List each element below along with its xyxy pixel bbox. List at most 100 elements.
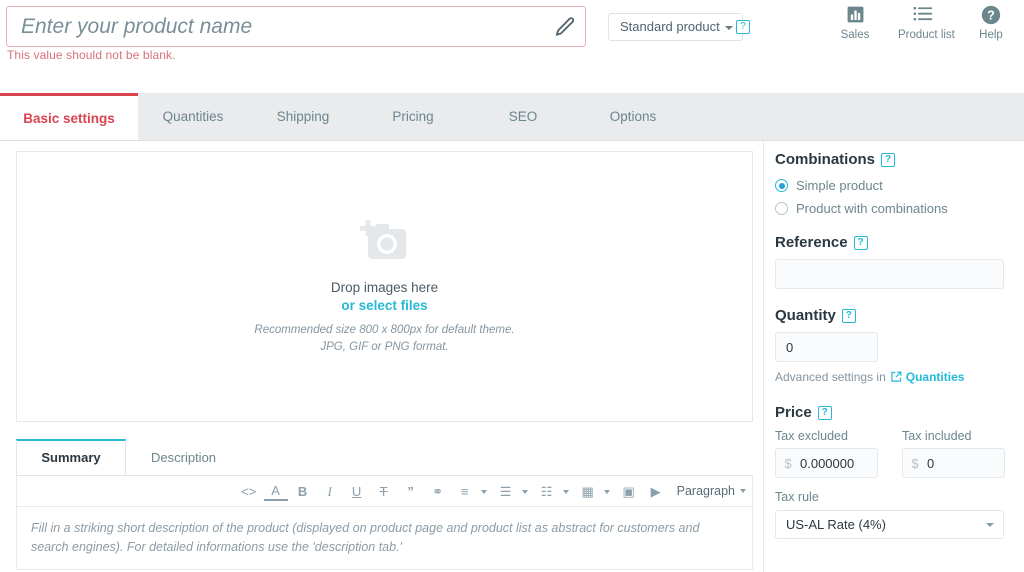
tax-included-input[interactable] <box>927 455 1004 471</box>
product-tabs: Basic settings Quantities Shipping Prici… <box>0 93 1024 141</box>
bullet-list-icon[interactable]: ☰ <box>494 480 518 502</box>
image-dropzone[interactable]: Drop images here or select files Recomme… <box>16 151 753 422</box>
reference-input[interactable] <box>775 259 1004 289</box>
reference-help-icon[interactable]: ? <box>853 235 868 250</box>
numbered-list-icon[interactable]: ☷ <box>535 480 559 502</box>
quantity-title-label: Quantity <box>775 307 836 324</box>
radio-label: Simple product <box>796 178 883 193</box>
product-type-select[interactable]: Standard product <box>608 13 743 41</box>
bar-chart-icon <box>830 5 880 25</box>
tax-excluded-group: Tax excluded $ <box>775 429 878 478</box>
chevron-down-icon <box>986 523 994 527</box>
tab-label: Options <box>609 109 657 124</box>
list-icon <box>898 5 948 25</box>
editor-tab-label: Description <box>151 450 217 465</box>
align-icon[interactable]: ≡ <box>453 480 477 502</box>
tab-quantities[interactable]: Quantities <box>138 93 248 140</box>
tax-excluded-field[interactable]: $ <box>775 448 878 478</box>
paragraph-format-select[interactable]: Paragraph <box>677 484 746 498</box>
bullet-list-chevron-down-icon[interactable] <box>521 490 528 494</box>
main-column: Drop images here or select files Recomme… <box>0 141 764 572</box>
header-action-label: Sales <box>840 29 870 41</box>
product-name-error: This value should not be blank. <box>7 48 176 62</box>
external-link-icon <box>890 371 902 383</box>
product-type-help-icon[interactable]: ? <box>736 20 750 34</box>
italic-icon[interactable]: I <box>318 480 342 502</box>
underline-icon[interactable]: U <box>345 480 369 502</box>
tax-rule-select[interactable]: US-AL Rate (4%) <box>775 510 1004 539</box>
quantities-link[interactable]: Quantities <box>906 370 965 384</box>
tax-rule-value: US-AL Rate (4%) <box>786 517 886 532</box>
tax-included-field[interactable]: $ <box>902 448 1005 478</box>
table-chevron-down-icon[interactable] <box>603 490 610 494</box>
sidebar-column: Combinations ? Simple product Product wi… <box>765 141 1024 572</box>
reference-title-label: Reference <box>775 234 848 251</box>
chevron-down-icon <box>724 26 733 30</box>
header-action-product-list[interactable]: Product list <box>898 5 955 41</box>
source-code-icon[interactable]: <> <box>237 480 261 502</box>
combinations-help-icon[interactable]: ? <box>881 152 895 167</box>
editor-tab-description[interactable]: Description <box>126 439 242 475</box>
tab-seo[interactable]: SEO <box>468 93 578 140</box>
select-files-link[interactable]: or select files <box>341 298 427 313</box>
dropzone-note-1: Recommended size 800 x 800px for default… <box>254 324 515 336</box>
text-color-icon[interactable]: A <box>263 482 288 501</box>
tab-panel-basic-settings: Drop images here or select files Recomme… <box>0 141 1024 572</box>
strikethrough-icon[interactable]: T <box>372 480 396 502</box>
question-circle-icon: ? <box>966 5 1016 25</box>
video-icon[interactable]: ▶ <box>644 480 668 502</box>
tab-label: Pricing <box>392 109 434 124</box>
tax-included-label: Tax included <box>902 429 972 443</box>
tab-label: SEO <box>508 109 538 124</box>
radio-icon <box>775 179 788 192</box>
quantity-input[interactable] <box>775 332 878 362</box>
numbered-list-chevron-down-icon[interactable] <box>562 490 569 494</box>
header-action-sales[interactable]: Sales <box>830 5 880 41</box>
pencil-icon[interactable] <box>553 15 577 39</box>
header-action-label: Help <box>979 29 1003 41</box>
summary-editor: Summary Description <> A B I U T ” ⚭ ≡ ☰… <box>16 439 753 570</box>
tax-excluded-input[interactable] <box>800 455 877 471</box>
tab-label: Basic settings <box>23 110 115 126</box>
radio-product-with-combinations[interactable]: Product with combinations <box>775 201 1004 216</box>
tab-shipping[interactable]: Shipping <box>248 93 358 140</box>
page-header: This value should not be blank. Standard… <box>0 0 1024 93</box>
price-title-label: Price <box>775 404 812 421</box>
editor-tab-summary[interactable]: Summary <box>16 439 126 475</box>
blockquote-icon[interactable]: ” <box>399 480 423 502</box>
editor-tab-label: Summary <box>41 450 101 465</box>
paragraph-chevron-down-icon <box>740 489 746 493</box>
advanced-settings-text: Advanced settings in <box>775 370 886 384</box>
header-action-help[interactable]: ? Help <box>966 5 1016 41</box>
reference-title: Reference ? <box>775 234 1004 251</box>
combinations-title-label: Combinations <box>775 151 875 168</box>
camera-plus-icon <box>356 217 414 268</box>
radio-label: Product with combinations <box>796 201 948 216</box>
table-icon[interactable]: ▦ <box>576 480 600 502</box>
dropzone-note-2: JPG, GIF or PNG format. <box>320 341 449 353</box>
bold-icon[interactable]: B <box>291 480 315 502</box>
tab-label: Shipping <box>276 109 330 124</box>
summary-textarea[interactable]: Fill in a striking short description of … <box>16 506 753 570</box>
radio-icon <box>775 202 788 215</box>
paragraph-format-value: Paragraph <box>676 484 735 498</box>
editor-toolbar: <> A B I U T ” ⚭ ≡ ☰ ☷ ▦ ▣ ▶ Paragraph <box>16 476 753 506</box>
product-name-input[interactable] <box>6 6 586 47</box>
link-icon[interactable]: ⚭ <box>426 480 450 502</box>
price-help-icon[interactable]: ? <box>817 405 832 420</box>
image-icon[interactable]: ▣ <box>617 480 641 502</box>
currency-symbol: $ <box>911 455 919 471</box>
quantity-help-icon[interactable]: ? <box>841 308 856 323</box>
tax-excluded-label: Tax excluded <box>775 429 848 443</box>
dropzone-title: Drop images here <box>330 280 439 295</box>
radio-simple-product[interactable]: Simple product <box>775 178 1004 193</box>
tax-rule-label: Tax rule <box>775 490 819 504</box>
tab-pricing[interactable]: Pricing <box>358 93 468 140</box>
price-title: Price ? <box>775 404 1004 421</box>
tax-included-group: Tax included $ <box>902 429 1005 478</box>
tab-basic-settings[interactable]: Basic settings <box>0 93 138 140</box>
editor-tabs: Summary Description <box>16 439 753 476</box>
tab-options[interactable]: Options <box>578 93 688 140</box>
align-chevron-down-icon[interactable] <box>480 490 487 494</box>
header-action-label: Product list <box>898 29 955 41</box>
